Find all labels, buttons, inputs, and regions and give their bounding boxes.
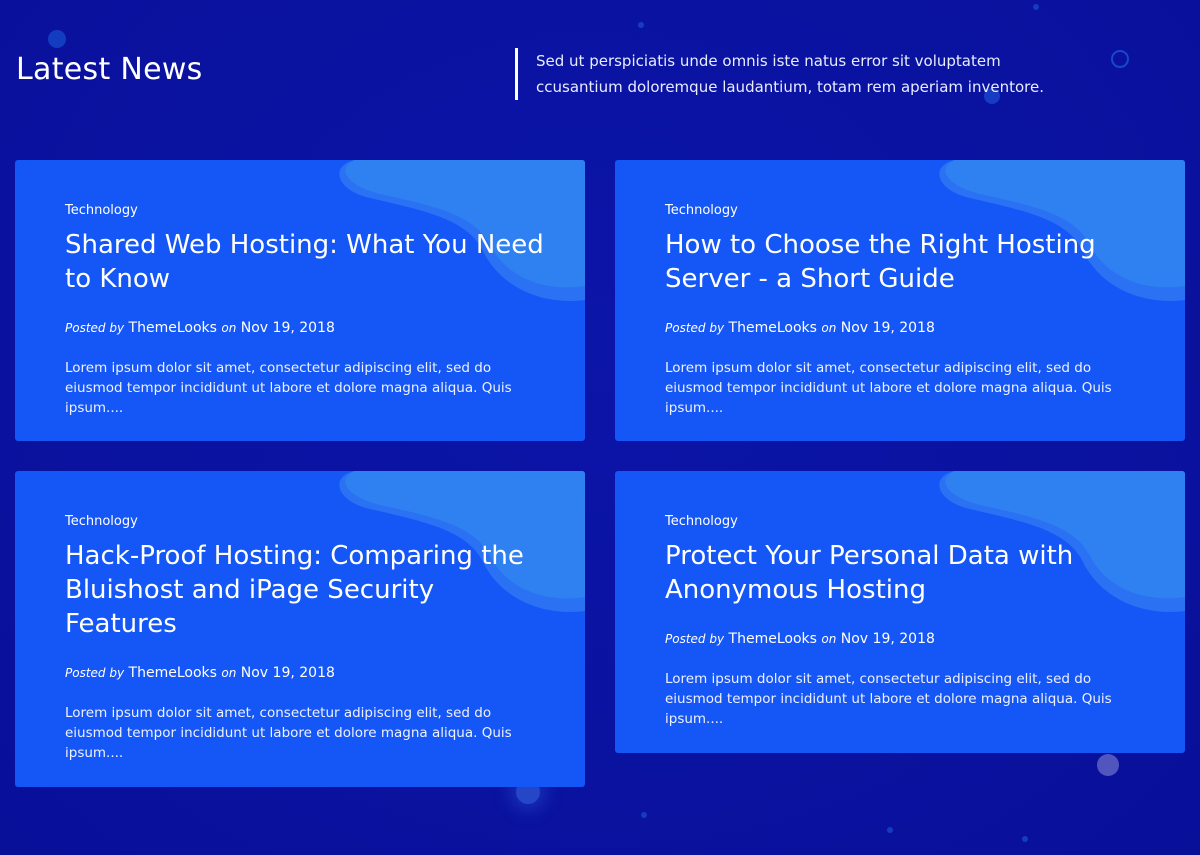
news-card[interactable]: Technology Protect Your Personal Data wi… xyxy=(615,471,1185,753)
post-excerpt: Lorem ipsum dolor sit amet, consectetur … xyxy=(665,671,1112,727)
news-card[interactable]: Technology Shared Web Hosting: What You … xyxy=(15,160,585,441)
news-section: { "header": { "title": "Latest News", "d… xyxy=(0,0,1200,855)
on-label: on xyxy=(221,321,237,335)
post-excerpt: Lorem ipsum dolor sit amet, consectetur … xyxy=(665,360,1112,416)
post-title[interactable]: Hack-Proof Hosting: Comparing the Bluish… xyxy=(65,539,545,641)
post-title[interactable]: How to Choose the Right Hosting Server -… xyxy=(665,228,1145,296)
post-excerpt: Lorem ipsum dolor sit amet, consectetur … xyxy=(65,360,512,416)
on-label: on xyxy=(821,632,837,646)
news-card[interactable]: Technology How to Choose the Right Hosti… xyxy=(615,160,1185,441)
post-title[interactable]: Shared Web Hosting: What You Need to Kno… xyxy=(65,228,545,296)
post-author[interactable]: ThemeLooks xyxy=(129,665,217,681)
decor-dot xyxy=(641,812,647,818)
post-excerpt: Lorem ipsum dolor sit amet, consectetur … xyxy=(65,705,512,761)
post-date: Nov 19, 2018 xyxy=(240,665,335,681)
post-category[interactable]: Technology xyxy=(665,514,1145,529)
on-label: on xyxy=(821,321,837,335)
post-meta: Posted by ThemeLooks on Nov 19, 2018 xyxy=(665,631,1145,647)
decor-dot xyxy=(1097,754,1119,776)
news-card[interactable]: Technology Hack-Proof Hosting: Comparing… xyxy=(15,471,585,787)
post-category[interactable]: Technology xyxy=(665,203,1145,218)
post-category[interactable]: Technology xyxy=(65,203,545,218)
decor-ring xyxy=(1111,50,1129,68)
decor-dot xyxy=(48,30,66,48)
post-author[interactable]: ThemeLooks xyxy=(129,320,217,336)
section-description: Sed ut perspiciatis unde omnis iste natu… xyxy=(515,48,1075,100)
section-title: Latest News xyxy=(16,52,203,87)
post-meta: Posted by ThemeLooks on Nov 19, 2018 xyxy=(65,665,545,681)
post-date: Nov 19, 2018 xyxy=(240,320,335,336)
post-date: Nov 19, 2018 xyxy=(840,631,935,647)
decor-dot xyxy=(1033,4,1039,10)
post-author[interactable]: ThemeLooks xyxy=(729,320,817,336)
decor-dot xyxy=(887,827,893,833)
post-title[interactable]: Protect Your Personal Data with Anonymou… xyxy=(665,539,1145,607)
post-meta: Posted by ThemeLooks on Nov 19, 2018 xyxy=(665,320,1145,336)
posted-by-label: Posted by xyxy=(65,321,125,335)
decor-dot xyxy=(638,22,644,28)
post-meta: Posted by ThemeLooks on Nov 19, 2018 xyxy=(65,320,545,336)
on-label: on xyxy=(221,666,237,680)
post-author[interactable]: ThemeLooks xyxy=(729,631,817,647)
posted-by-label: Posted by xyxy=(665,632,725,646)
posted-by-label: Posted by xyxy=(65,666,125,680)
posted-by-label: Posted by xyxy=(665,321,725,335)
post-date: Nov 19, 2018 xyxy=(840,320,935,336)
decor-dot xyxy=(1022,836,1028,842)
post-category[interactable]: Technology xyxy=(65,514,545,529)
